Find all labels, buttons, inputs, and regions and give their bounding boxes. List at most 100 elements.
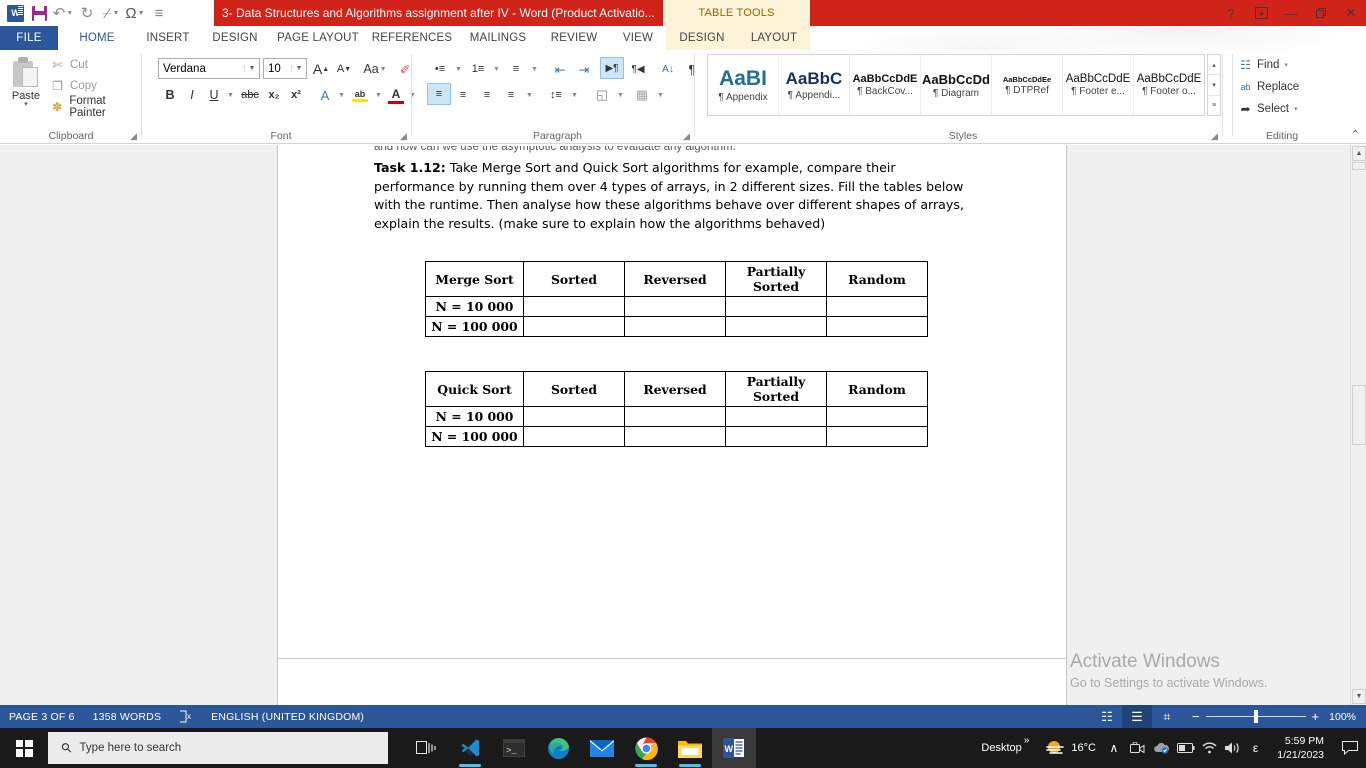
align-center-button[interactable]: ≡: [451, 84, 475, 106]
align-right-button[interactable]: ≡: [475, 84, 499, 106]
save-icon[interactable]: [28, 2, 50, 24]
weather-temperature[interactable]: 16°C: [1071, 742, 1102, 754]
scroll-up-icon[interactable]: ▲: [1352, 146, 1366, 161]
replace-button[interactable]: ab Replace: [1238, 79, 1299, 94]
document-canvas[interactable]: and how can we use the asymptotic analys…: [0, 145, 1366, 705]
subscript-button[interactable]: x₂: [263, 84, 285, 106]
sort-button[interactable]: A↓: [656, 58, 680, 80]
multilevel-list-dropdown-icon[interactable]: ▼: [528, 58, 540, 80]
word-count[interactable]: 1358 WORDS: [84, 705, 171, 728]
network-wifi-icon[interactable]: [1198, 728, 1222, 768]
zoom-slider[interactable]: − +: [1182, 709, 1329, 724]
terminal-icon[interactable]: >_: [492, 728, 536, 768]
web-layout-view-button[interactable]: ⌗: [1152, 705, 1182, 728]
font-dialog-launcher[interactable]: ◢: [400, 131, 410, 141]
table-cell[interactable]: [624, 426, 726, 447]
scrollbar-thumb[interactable]: [1352, 385, 1366, 445]
zoom-level[interactable]: 100%: [1329, 711, 1366, 723]
strikethrough-button[interactable]: abc: [238, 84, 262, 106]
left-to-right-text-button[interactable]: ▶¶: [600, 57, 624, 79]
paste-button[interactable]: Paste ▾: [6, 55, 46, 121]
justify-dropdown-icon[interactable]: ▼: [523, 84, 535, 106]
numbering-dropdown-icon[interactable]: ▼: [490, 58, 502, 80]
mail-icon[interactable]: [580, 728, 624, 768]
align-left-button[interactable]: ≡: [427, 83, 451, 105]
superscript-button[interactable]: x²: [285, 84, 307, 106]
search-input[interactable]: ⚲ Type here to search: [48, 732, 388, 764]
styles-dialog-launcher[interactable]: ◢: [1211, 131, 1221, 141]
copy-button[interactable]: ❐ Copy: [50, 78, 142, 94]
styles-scroll-down-icon[interactable]: ▾: [1208, 75, 1220, 96]
clear-formatting-icon[interactable]: ✐: [394, 58, 416, 80]
word-logo-icon[interactable]: W: [4, 2, 26, 24]
customize-quick-access-toolbar-icon[interactable]: ≡: [148, 2, 170, 24]
symbol-icon[interactable]: Ω ▼: [124, 2, 146, 24]
styles-gallery-scrollbar[interactable]: ▴ ▾ ≡: [1207, 54, 1221, 116]
undo-icon[interactable]: ↶ ▼: [52, 2, 74, 24]
format-painter-button[interactable]: ✽ Format Painter: [50, 95, 142, 119]
table-cell[interactable]: [725, 426, 827, 447]
shading-dropdown-icon[interactable]: ▼: [614, 84, 626, 106]
shading-button[interactable]: ◱: [590, 84, 614, 106]
onedrive-icon[interactable]: [1150, 728, 1174, 768]
change-case-button[interactable]: Aa ▼: [359, 58, 391, 80]
merge-sort-table[interactable]: Merge Sort Sorted Reversed Partially Sor…: [425, 261, 928, 337]
text-effects-button[interactable]: A: [314, 84, 336, 106]
table-cell[interactable]: [725, 296, 827, 317]
text-effects-dropdown-icon[interactable]: ▼: [335, 84, 347, 106]
zoom-track[interactable]: [1205, 710, 1306, 723]
tab-mailings[interactable]: MAILINGS: [458, 26, 538, 50]
camera-icon[interactable]: [1126, 728, 1150, 768]
select-button[interactable]: ➦ Select ▾: [1238, 101, 1297, 116]
tab-file[interactable]: FILE: [0, 26, 58, 50]
style-item[interactable]: AaBI ¶ Appendix: [708, 55, 779, 115]
print-layout-view-button[interactable]: ☰: [1121, 705, 1152, 728]
close-icon[interactable]: ✕: [1336, 0, 1366, 26]
file-explorer-icon[interactable]: [668, 728, 712, 768]
redo-icon[interactable]: ↻: [76, 2, 98, 24]
styles-scroll-up-icon[interactable]: ▴: [1208, 55, 1220, 76]
page-indicator[interactable]: PAGE 3 OF 6: [0, 705, 84, 728]
split-window-handle[interactable]: [1352, 162, 1366, 170]
bullets-dropdown-icon[interactable]: ▼: [452, 58, 464, 80]
tab-design[interactable]: DESIGN: [200, 26, 270, 50]
multilevel-list-button[interactable]: ≡: [504, 58, 528, 80]
font-size-combobox[interactable]: 10 ▼: [263, 58, 307, 79]
ribbon-display-options-icon[interactable]: [1246, 0, 1276, 26]
paragraph-dialog-launcher[interactable]: ◢: [683, 131, 693, 141]
table-cell[interactable]: [523, 316, 625, 337]
font-name-combobox[interactable]: Verdana ▼: [158, 58, 260, 79]
quick-sort-table[interactable]: Quick Sort Sorted Reversed Partially Sor…: [425, 371, 928, 447]
zoom-in-button[interactable]: +: [1312, 709, 1320, 724]
edge-icon[interactable]: [536, 728, 580, 768]
chrome-icon[interactable]: [624, 728, 668, 768]
table-cell[interactable]: [523, 426, 625, 447]
action-center-icon[interactable]: [1334, 728, 1366, 768]
table-cell[interactable]: [725, 316, 827, 337]
tab-table-layout[interactable]: LAYOUT: [738, 26, 810, 50]
italic-button[interactable]: I: [182, 84, 202, 106]
styles-more-icon[interactable]: ≡: [1208, 96, 1220, 115]
cut-button[interactable]: ✄ Cut: [50, 57, 142, 73]
table-cell[interactable]: [523, 406, 625, 427]
borders-dropdown-icon[interactable]: ▼: [654, 84, 666, 106]
style-item[interactable]: AaBbCcDdE ¶ Footer o...: [1134, 55, 1204, 115]
collapse-ribbon-icon[interactable]: ⌃: [1351, 128, 1360, 141]
task-view-icon[interactable]: [404, 728, 448, 768]
tab-view[interactable]: VIEW: [610, 26, 666, 50]
tray-overflow-icon[interactable]: »: [1022, 728, 1030, 746]
underline-dropdown-icon[interactable]: ▼: [224, 84, 236, 106]
tab-review[interactable]: REVIEW: [538, 26, 610, 50]
font-color-dropdown-icon[interactable]: ▼: [406, 84, 418, 106]
style-item[interactable]: AaBbCcDdE ¶ BackCov...: [850, 55, 921, 115]
vertical-scrollbar[interactable]: ▲ ▼: [1350, 145, 1366, 705]
show-hidden-icons-icon[interactable]: ∧: [1102, 728, 1126, 768]
vscode-icon[interactable]: [448, 728, 492, 768]
line-spacing-dropdown-icon[interactable]: ▼: [568, 84, 580, 106]
clock[interactable]: 5:59 PM 1/21/2023: [1267, 734, 1334, 762]
text-highlight-dropdown-icon[interactable]: ▼: [372, 84, 384, 106]
numbering-button[interactable]: 1≡: [466, 58, 490, 80]
font-color-button[interactable]: A: [385, 84, 407, 106]
word-taskbar-icon[interactable]: W: [712, 728, 756, 768]
table-cell[interactable]: [624, 316, 726, 337]
